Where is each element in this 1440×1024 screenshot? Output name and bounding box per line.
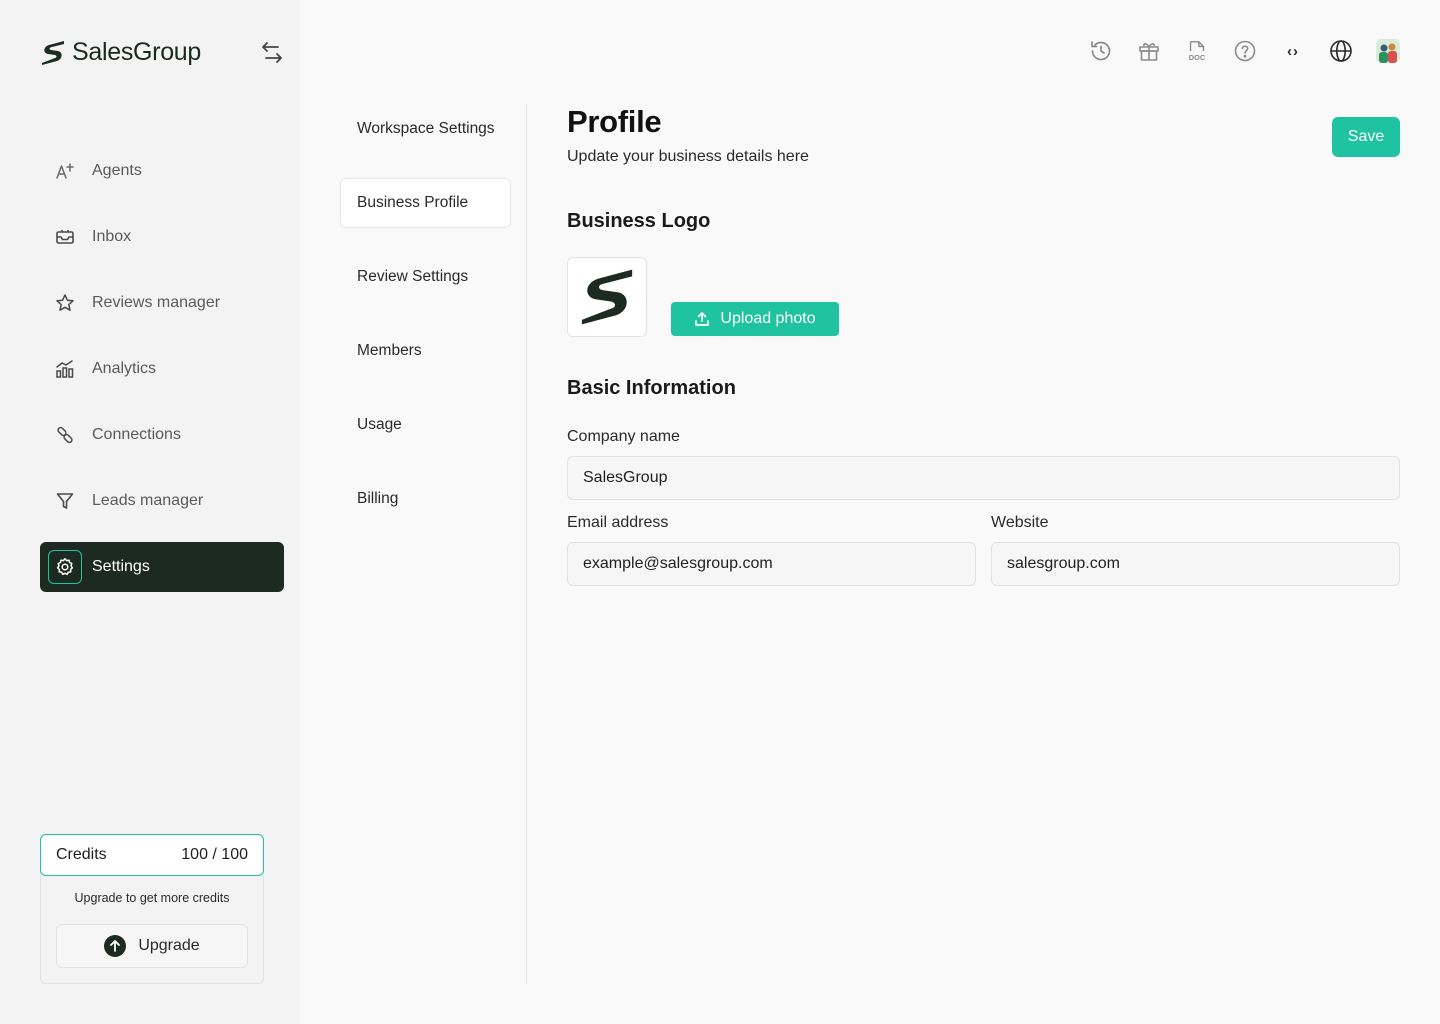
settings-tab-workspace-settings[interactable]: Workspace Settings [340, 104, 511, 154]
inbox-icon [54, 226, 76, 248]
sidebar-item-reviews-manager[interactable]: Reviews manager [40, 278, 284, 328]
sidebar-nav: Agents Inbox Reviews manager Analytics C… [40, 146, 284, 608]
upload-icon [695, 312, 710, 326]
arrow-up-icon [104, 935, 127, 957]
brand-logo-icon [42, 40, 64, 65]
analytics-icon [54, 358, 76, 380]
sidebar-item-label: Analytics [92, 360, 157, 377]
business-logo-heading: Business Logo [567, 210, 711, 232]
credits-value: 100 / 100 [181, 846, 248, 863]
sidebar-item-agents[interactable]: Agents [40, 146, 284, 196]
filter-icon [54, 490, 76, 512]
sidebar-item-label: Reviews manager [92, 294, 221, 311]
page-title: Profile [567, 104, 662, 139]
sidebar: SalesGroup Agents Inbox Reviews manager [0, 0, 300, 1024]
globe-icon[interactable] [1328, 38, 1354, 64]
brand[interactable]: SalesGroup [40, 38, 201, 67]
sidebar-item-analytics[interactable]: Analytics [40, 344, 284, 394]
sidebar-item-inbox[interactable]: Inbox [40, 212, 284, 262]
credits-card: Credits 100 / 100 Upgrade to get more cr… [40, 834, 264, 984]
star-icon [54, 292, 76, 314]
upload-photo-button[interactable]: Upload photo [671, 302, 839, 336]
profile-panel: Profile Update your business details her… [567, 104, 1400, 586]
sidebar-item-label: Leads manager [92, 492, 204, 509]
basic-information-heading: Basic Information [567, 377, 736, 399]
settings-tab-billing[interactable]: Billing [340, 474, 511, 524]
settings-tab-usage[interactable]: Usage [340, 400, 511, 450]
business-logo-preview [567, 257, 647, 337]
settings-tab-business-profile[interactable]: Business Profile [340, 178, 511, 228]
save-button[interactable]: Save [1332, 117, 1400, 157]
link-icon [54, 424, 76, 446]
credits-note: Upgrade to get more credits [74, 891, 230, 905]
sidebar-item-label: Connections [92, 426, 181, 443]
divider [526, 104, 527, 984]
sidebar-item-connections[interactable]: Connections [40, 410, 284, 460]
website-field[interactable] [991, 542, 1400, 586]
company-name-label: Company name [567, 428, 680, 445]
sidebar-item-settings[interactable]: Settings [40, 542, 284, 592]
settings-tab-review-settings[interactable]: Review Settings [340, 252, 511, 302]
avatar[interactable] [1376, 39, 1400, 63]
gift-icon[interactable] [1136, 38, 1162, 64]
code-icon[interactable]: ‹› [1280, 38, 1306, 64]
credits-label: Credits [56, 846, 107, 863]
history-icon[interactable] [1088, 38, 1114, 64]
settings-nav: Workspace Settings Business Profile Revi… [340, 104, 511, 548]
sidebar-item-label: Settings [92, 558, 150, 575]
sidebar-item-label: Inbox [92, 228, 132, 245]
sidebar-item-leads-manager[interactable]: Leads manager [40, 476, 284, 526]
brand-name: SalesGroup [72, 38, 202, 66]
business-logo-image [581, 269, 633, 325]
svg-text:DOC: DOC [1189, 53, 1206, 62]
ai-sparkle-icon [54, 160, 76, 182]
code-glyph: ‹› [1287, 42, 1299, 60]
sidebar-item-label: Agents [92, 162, 142, 179]
upgrade-label: Upgrade [138, 937, 200, 954]
collapse-sidebar-icon[interactable] [258, 40, 286, 66]
topbar: DOC ‹› [1088, 38, 1400, 64]
gear-icon [48, 550, 82, 584]
upgrade-button[interactable]: Upgrade [56, 924, 248, 968]
company-name-field[interactable] [567, 456, 1400, 500]
settings-tab-members[interactable]: Members [340, 326, 511, 376]
page-subtitle: Update your business details here [567, 148, 809, 165]
upload-photo-label: Upload photo [720, 310, 816, 327]
email-address-label: Email address [567, 514, 669, 531]
credits-summary: Credits 100 / 100 [40, 834, 264, 876]
website-label: Website [991, 514, 1049, 531]
doc-icon[interactable]: DOC [1184, 38, 1210, 64]
help-icon[interactable] [1232, 38, 1258, 64]
email-field[interactable] [567, 542, 976, 586]
